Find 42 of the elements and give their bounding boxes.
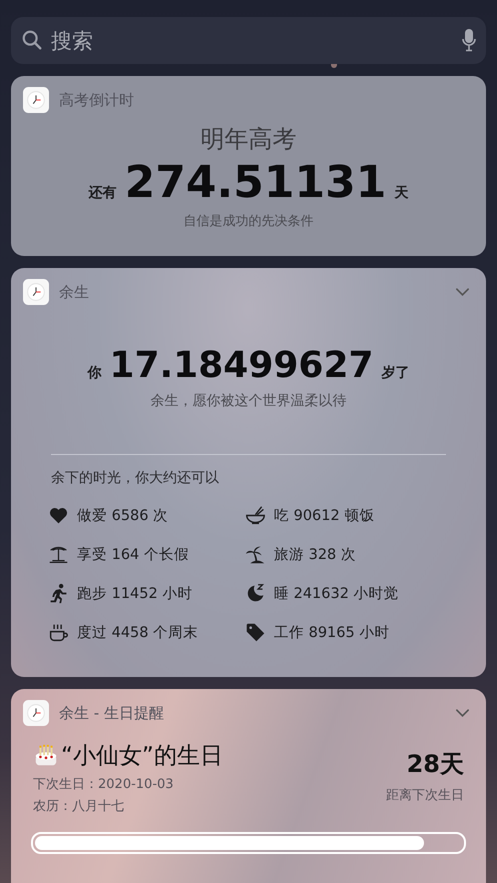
motto-text: 自信是成功的先决条件: [182, 213, 314, 230]
stat-text: 跑步 11452 小时: [77, 585, 192, 603]
countdown-value: 274.51131: [124, 157, 386, 208]
prefix-label: 你: [87, 364, 102, 382]
chevron-down-icon[interactable]: [455, 287, 470, 297]
clock-app-icon[interactable]: [23, 87, 49, 113]
prefix-label: 还有: [88, 184, 117, 202]
widget-title: 高考倒计时: [59, 90, 135, 110]
palm-icon: [245, 544, 266, 565]
next-birthday-text: 下次生日：2020-10-03: [33, 776, 175, 793]
clock-app-icon[interactable]: [23, 279, 49, 305]
moon-icon: [245, 583, 266, 604]
days-label: 距离下次生日: [386, 787, 464, 804]
beach-icon: [48, 544, 69, 565]
motto-text: 余生，愿你被这个世界温柔以待: [150, 392, 348, 410]
cake-icon: [33, 742, 59, 768]
stat-text: 工作 89165 小时: [274, 624, 390, 642]
stat-text: 享受 164 个长假: [77, 546, 189, 564]
unit-label: 天: [394, 184, 408, 202]
lunar-date-text: 农历：八月十七: [33, 798, 125, 815]
unit-label: 岁了: [382, 364, 410, 382]
bowl-icon: [245, 505, 266, 526]
days-count: 28天: [406, 749, 464, 780]
stat-text: 睡 241632 小时觉: [274, 585, 399, 603]
run-icon: [48, 583, 69, 604]
heart-icon: [48, 505, 69, 526]
clock-app-icon[interactable]: [23, 700, 49, 726]
age-value: 17.18499627: [109, 345, 374, 386]
stat-text: 吃 90612 顿饭: [274, 507, 374, 525]
stat-text: 度过 4458 个周末: [77, 624, 198, 642]
stat-text: 做爱 6586 次: [77, 507, 168, 525]
cup-icon: [48, 622, 69, 643]
stat-text: 旅游 328 次: [274, 546, 356, 564]
countdown-title: 明年高考: [200, 124, 298, 155]
search-field[interactable]: 搜索: [11, 17, 486, 64]
widget-title: 余生 - 生日提醒: [59, 704, 165, 722]
widget-title: 余生: [59, 282, 90, 302]
intro-text: 余下的时光，你大约还可以: [51, 469, 220, 487]
tag-icon: [245, 622, 266, 643]
microphone-icon[interactable]: [462, 28, 476, 52]
chevron-down-icon[interactable]: [455, 708, 470, 718]
birthday-title: “小仙女”的生日: [61, 742, 223, 771]
